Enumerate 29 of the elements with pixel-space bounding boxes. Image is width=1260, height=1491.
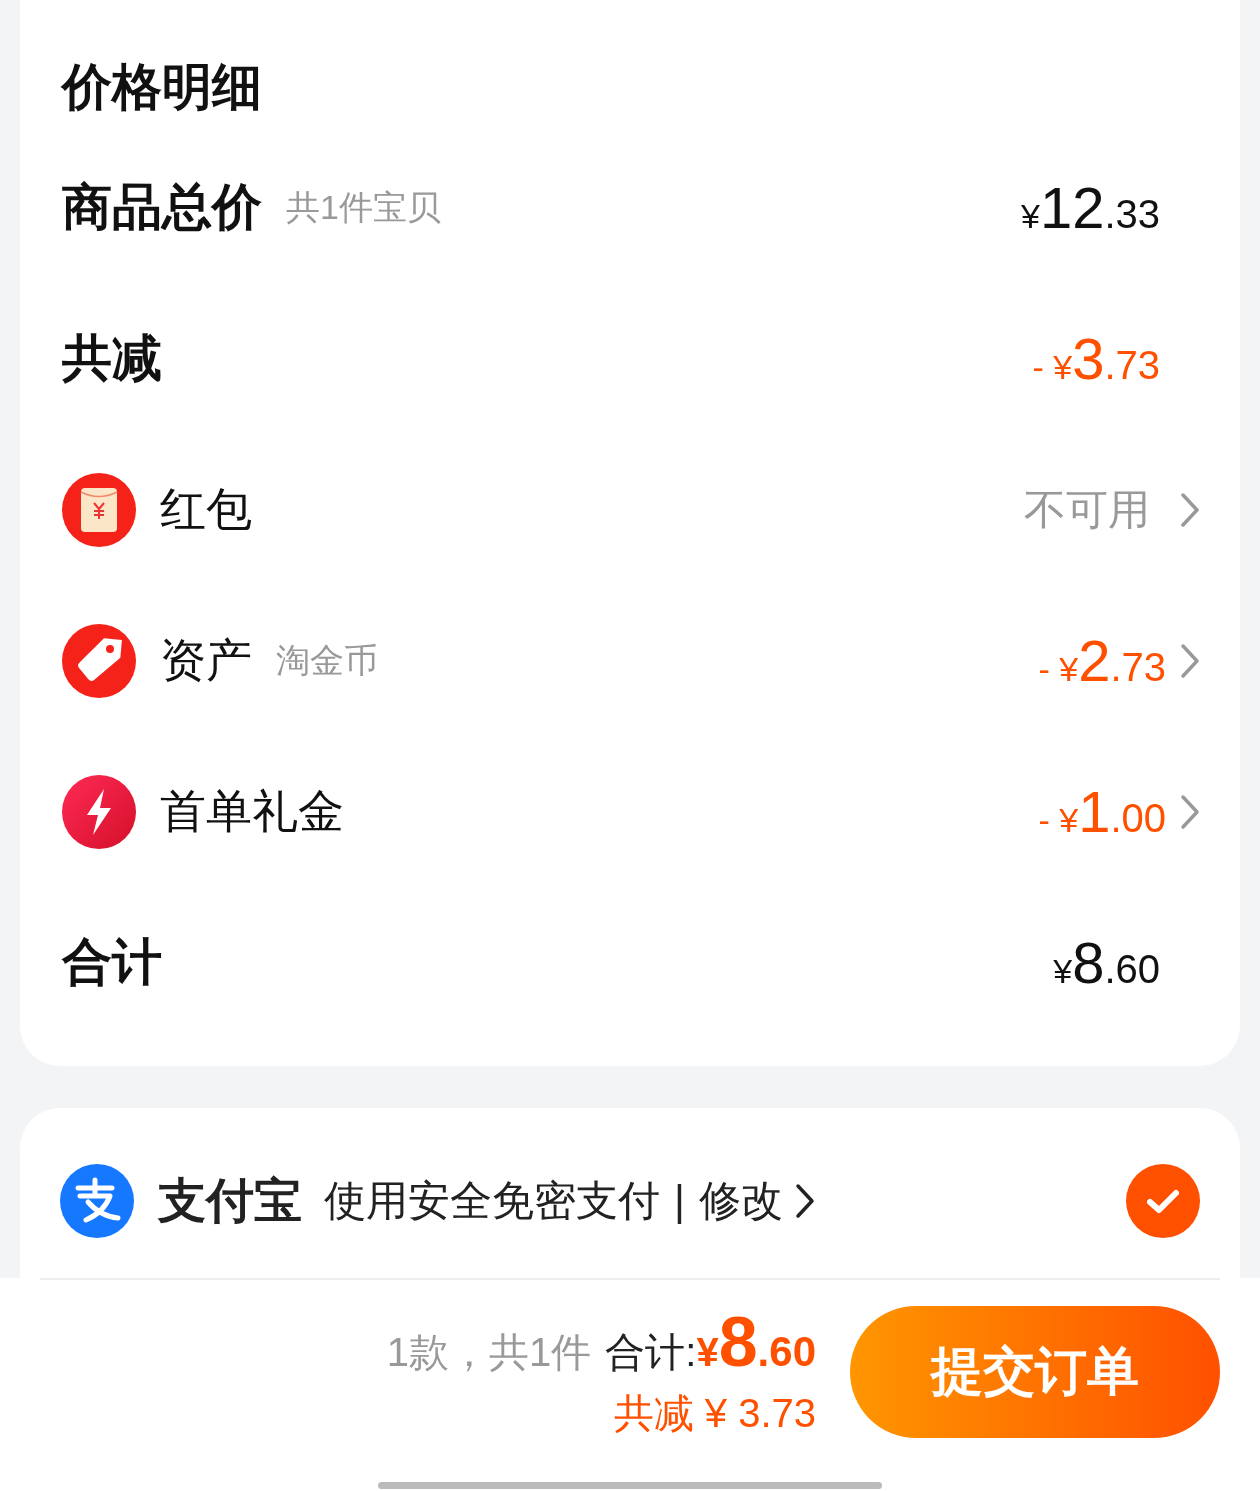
amount: ¥12.33 — [1020, 174, 1160, 241]
savings-text: 共减 ¥ 3.73 — [613, 1390, 816, 1437]
card-title: 价格明细 — [62, 58, 262, 117]
row-note: 淘金币 — [276, 639, 378, 681]
row-label: 合计 — [62, 933, 162, 992]
amount: - ¥2.73 — [1038, 627, 1166, 694]
tag-icon — [62, 623, 136, 698]
envelope-icon — [62, 472, 136, 547]
status-text: 不可用 — [1024, 484, 1150, 535]
amount: - ¥3.73 — [1032, 325, 1160, 392]
row-label: 红包 — [160, 481, 252, 537]
total-amount: ¥8.60 — [696, 1302, 816, 1382]
item-count: 1款，共1件 — [386, 1329, 592, 1376]
chevron-icon — [794, 1183, 815, 1219]
alipay-icon — [60, 1164, 134, 1238]
row-note: 共1件宝贝 — [286, 186, 441, 228]
separator: | — [674, 1177, 685, 1225]
row-label: 共减 — [62, 329, 162, 388]
lightning-icon — [62, 774, 136, 849]
checkbox[interactable] — [1126, 1164, 1200, 1238]
payment-description: 使用安全免密支付 — [324, 1176, 660, 1226]
row-label: 首单礼金 — [160, 783, 344, 839]
payment-method: 支付宝 — [158, 1173, 302, 1229]
row-label: 资产 — [160, 632, 252, 688]
total-label: 合计: — [605, 1329, 697, 1376]
modify-link[interactable]: 修改 — [698, 1173, 815, 1229]
amount: ¥8.60 — [1053, 929, 1160, 996]
amount: - ¥1.00 — [1038, 778, 1166, 845]
row-label: 商品总价 — [62, 178, 262, 237]
